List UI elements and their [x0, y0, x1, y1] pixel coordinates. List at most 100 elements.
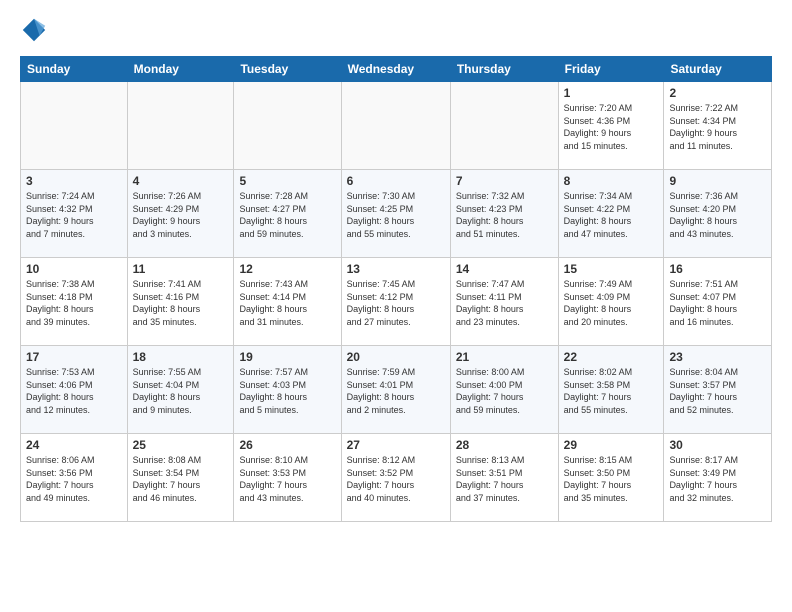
calendar-cell: 4 Sunrise: 7:26 AM Sunset: 4:29 PM Daylig… [127, 170, 234, 258]
calendar-cell: 5 Sunrise: 7:28 AM Sunset: 4:27 PM Daylig… [234, 170, 341, 258]
day-number: 3 [26, 174, 122, 188]
day-number: 30 [669, 438, 766, 452]
day-info: Sunrise: 7:41 AM Sunset: 4:16 PM Dayligh… [133, 278, 229, 328]
weekday-header: Thursday [450, 57, 558, 82]
calendar-cell: 29Sunrise: 8:15 AM Sunset: 3:50 PM Dayli… [558, 434, 664, 522]
weekday-header: Friday [558, 57, 664, 82]
day-number: 2 [669, 86, 766, 100]
calendar: SundayMondayTuesdayWednesdayThursdayFrid… [20, 56, 772, 522]
weekday-header: Tuesday [234, 57, 341, 82]
day-number: 7 [456, 174, 553, 188]
weekday-header: Monday [127, 57, 234, 82]
calendar-week-row: 10 Sunrise: 7:38 AM Sunset: 4:18 PM Dayli… [21, 258, 772, 346]
calendar-cell: 21 Sunrise: 8:00 AM Sunset: 4:00 PM Dayli… [450, 346, 558, 434]
day-info: Sunrise: 7:34 AM Sunset: 4:22 PM Dayligh… [564, 190, 659, 240]
calendar-cell: 11 Sunrise: 7:41 AM Sunset: 4:16 PM Dayli… [127, 258, 234, 346]
day-number: 21 [456, 350, 553, 364]
day-number: 15 [564, 262, 659, 276]
day-info: Sunrise: 7:49 AM Sunset: 4:09 PM Dayligh… [564, 278, 659, 328]
day-info: Sunrise: 7:32 AM Sunset: 4:23 PM Dayligh… [456, 190, 553, 240]
calendar-cell: 14 Sunrise: 7:47 AM Sunset: 4:11 PM Dayli… [450, 258, 558, 346]
day-info: Sunrise: 8:00 AM Sunset: 4:00 PM Dayligh… [456, 366, 553, 416]
day-number: 23 [669, 350, 766, 364]
day-number: 29 [564, 438, 659, 452]
day-number: 22 [564, 350, 659, 364]
logo [20, 16, 52, 44]
day-info: Sunrise: 7:22 AM Sunset: 4:34 PM Dayligh… [669, 102, 766, 152]
day-number: 20 [347, 350, 445, 364]
day-number: 13 [347, 262, 445, 276]
weekday-header: Wednesday [341, 57, 450, 82]
calendar-week-row: 17 Sunrise: 7:53 AM Sunset: 4:06 PM Dayli… [21, 346, 772, 434]
day-number: 11 [133, 262, 229, 276]
day-info: Sunrise: 8:17 AM Sunset: 3:49 PM Dayligh… [669, 454, 766, 504]
calendar-cell: 16 Sunrise: 7:51 AM Sunset: 4:07 PM Dayli… [664, 258, 772, 346]
calendar-cell: 22 Sunrise: 8:02 AM Sunset: 3:58 PM Dayli… [558, 346, 664, 434]
calendar-cell: 28Sunrise: 8:13 AM Sunset: 3:51 PM Dayli… [450, 434, 558, 522]
day-number: 27 [347, 438, 445, 452]
day-info: Sunrise: 7:20 AM Sunset: 4:36 PM Dayligh… [564, 102, 659, 152]
calendar-cell: 2 Sunrise: 7:22 AM Sunset: 4:34 PM Daylig… [664, 82, 772, 170]
calendar-cell [450, 82, 558, 170]
day-number: 18 [133, 350, 229, 364]
weekday-header: Saturday [664, 57, 772, 82]
calendar-week-row: 1 Sunrise: 7:20 AM Sunset: 4:36 PM Daylig… [21, 82, 772, 170]
day-info: Sunrise: 7:38 AM Sunset: 4:18 PM Dayligh… [26, 278, 122, 328]
day-info: Sunrise: 8:06 AM Sunset: 3:56 PM Dayligh… [26, 454, 122, 504]
day-info: Sunrise: 8:12 AM Sunset: 3:52 PM Dayligh… [347, 454, 445, 504]
day-info: Sunrise: 8:02 AM Sunset: 3:58 PM Dayligh… [564, 366, 659, 416]
day-number: 4 [133, 174, 229, 188]
calendar-cell: 7 Sunrise: 7:32 AM Sunset: 4:23 PM Daylig… [450, 170, 558, 258]
day-info: Sunrise: 7:28 AM Sunset: 4:27 PM Dayligh… [239, 190, 335, 240]
day-info: Sunrise: 7:47 AM Sunset: 4:11 PM Dayligh… [456, 278, 553, 328]
calendar-cell: 12Sunrise: 7:43 AM Sunset: 4:14 PM Dayli… [234, 258, 341, 346]
day-number: 5 [239, 174, 335, 188]
day-info: Sunrise: 7:26 AM Sunset: 4:29 PM Dayligh… [133, 190, 229, 240]
calendar-cell: 23 Sunrise: 8:04 AM Sunset: 3:57 PM Dayli… [664, 346, 772, 434]
calendar-cell: 10 Sunrise: 7:38 AM Sunset: 4:18 PM Dayli… [21, 258, 128, 346]
day-number: 16 [669, 262, 766, 276]
calendar-cell: 18 Sunrise: 7:55 AM Sunset: 4:04 PM Dayli… [127, 346, 234, 434]
day-info: Sunrise: 7:59 AM Sunset: 4:01 PM Dayligh… [347, 366, 445, 416]
day-number: 24 [26, 438, 122, 452]
header [20, 16, 772, 44]
day-info: Sunrise: 7:36 AM Sunset: 4:20 PM Dayligh… [669, 190, 766, 240]
page-container: SundayMondayTuesdayWednesdayThursdayFrid… [0, 0, 792, 532]
calendar-cell: 30 Sunrise: 8:17 AM Sunset: 3:49 PM Dayli… [664, 434, 772, 522]
day-number: 26 [239, 438, 335, 452]
day-info: Sunrise: 8:08 AM Sunset: 3:54 PM Dayligh… [133, 454, 229, 504]
day-number: 9 [669, 174, 766, 188]
calendar-cell: 20 Sunrise: 7:59 AM Sunset: 4:01 PM Dayli… [341, 346, 450, 434]
day-info: Sunrise: 7:24 AM Sunset: 4:32 PM Dayligh… [26, 190, 122, 240]
day-number: 8 [564, 174, 659, 188]
calendar-cell [21, 82, 128, 170]
calendar-cell: 3 Sunrise: 7:24 AM Sunset: 4:32 PM Daylig… [21, 170, 128, 258]
calendar-cell: 27 Sunrise: 8:12 AM Sunset: 3:52 PM Dayli… [341, 434, 450, 522]
day-info: Sunrise: 7:55 AM Sunset: 4:04 PM Dayligh… [133, 366, 229, 416]
calendar-cell: 26Sunrise: 8:10 AM Sunset: 3:53 PM Dayli… [234, 434, 341, 522]
calendar-cell: 24 Sunrise: 8:06 AM Sunset: 3:56 PM Dayli… [21, 434, 128, 522]
day-info: Sunrise: 7:51 AM Sunset: 4:07 PM Dayligh… [669, 278, 766, 328]
calendar-week-row: 24 Sunrise: 8:06 AM Sunset: 3:56 PM Dayli… [21, 434, 772, 522]
day-info: Sunrise: 7:45 AM Sunset: 4:12 PM Dayligh… [347, 278, 445, 328]
calendar-cell: 9 Sunrise: 7:36 AM Sunset: 4:20 PM Daylig… [664, 170, 772, 258]
calendar-cell: 25 Sunrise: 8:08 AM Sunset: 3:54 PM Dayli… [127, 434, 234, 522]
day-info: Sunrise: 7:30 AM Sunset: 4:25 PM Dayligh… [347, 190, 445, 240]
day-number: 1 [564, 86, 659, 100]
day-number: 14 [456, 262, 553, 276]
calendar-week-row: 3 Sunrise: 7:24 AM Sunset: 4:32 PM Daylig… [21, 170, 772, 258]
calendar-cell: 6Sunrise: 7:30 AM Sunset: 4:25 PM Daylig… [341, 170, 450, 258]
calendar-cell: 17 Sunrise: 7:53 AM Sunset: 4:06 PM Dayli… [21, 346, 128, 434]
day-number: 17 [26, 350, 122, 364]
day-info: Sunrise: 7:57 AM Sunset: 4:03 PM Dayligh… [239, 366, 335, 416]
weekday-header-row: SundayMondayTuesdayWednesdayThursdayFrid… [21, 57, 772, 82]
day-info: Sunrise: 7:53 AM Sunset: 4:06 PM Dayligh… [26, 366, 122, 416]
day-info: Sunrise: 7:43 AM Sunset: 4:14 PM Dayligh… [239, 278, 335, 328]
calendar-cell: 13 Sunrise: 7:45 AM Sunset: 4:12 PM Dayli… [341, 258, 450, 346]
day-number: 25 [133, 438, 229, 452]
weekday-header: Sunday [21, 57, 128, 82]
day-info: Sunrise: 8:13 AM Sunset: 3:51 PM Dayligh… [456, 454, 553, 504]
calendar-cell: 19Sunrise: 7:57 AM Sunset: 4:03 PM Dayli… [234, 346, 341, 434]
day-info: Sunrise: 8:04 AM Sunset: 3:57 PM Dayligh… [669, 366, 766, 416]
day-number: 10 [26, 262, 122, 276]
